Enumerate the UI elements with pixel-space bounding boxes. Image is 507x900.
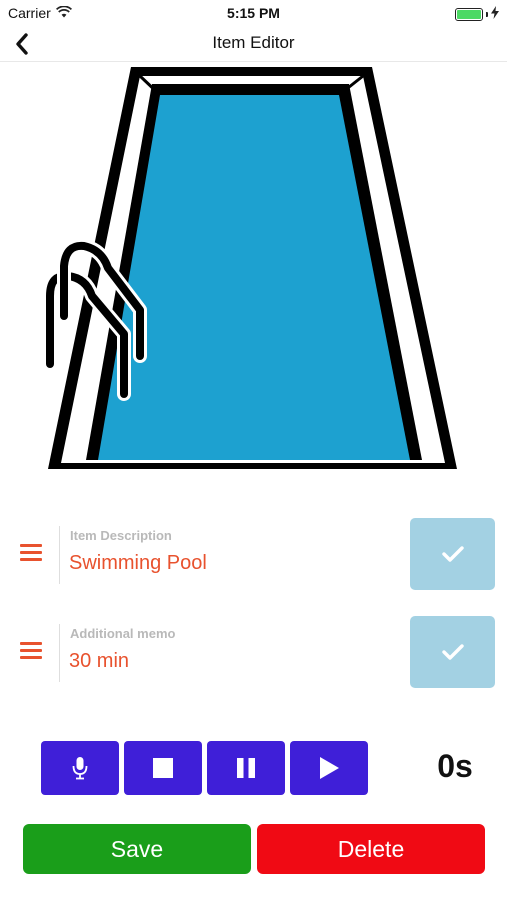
- hamburger-icon[interactable]: [20, 642, 42, 660]
- stop-icon: [153, 758, 173, 778]
- battery-nub: [486, 11, 488, 17]
- battery-icon: [455, 7, 483, 21]
- item-image[interactable]: [40, 64, 460, 474]
- additional-memo-field[interactable]: 30 min: [69, 650, 389, 673]
- additional-memo-label: Additional memo: [70, 626, 176, 641]
- delete-button[interactable]: Delete: [257, 824, 485, 874]
- nav-bar: Item Editor: [0, 26, 507, 62]
- status-time: 5:15 PM: [227, 5, 280, 21]
- recorder-controls: [41, 741, 368, 795]
- confirm-description-button[interactable]: [410, 518, 495, 590]
- field-divider: [59, 526, 60, 584]
- swimming-pool-illustration: [43, 67, 457, 469]
- elapsed-time: 0s: [437, 748, 473, 784]
- play-button[interactable]: [290, 741, 368, 795]
- pause-icon: [237, 758, 255, 778]
- item-description-field[interactable]: Swimming Pool: [69, 552, 389, 575]
- stop-button[interactable]: [124, 741, 202, 795]
- additional-memo-row: Additional memo 30 min: [0, 616, 507, 690]
- page-title: Item Editor: [212, 33, 295, 52]
- checkmark-icon: [441, 644, 464, 660]
- field-divider: [59, 624, 60, 682]
- microphone-icon: [72, 757, 88, 780]
- play-icon: [320, 757, 339, 779]
- item-description-row: Item Description Swimming Pool: [0, 518, 507, 592]
- hamburger-icon[interactable]: [20, 544, 42, 562]
- record-button[interactable]: [41, 741, 119, 795]
- battery-level: [457, 9, 481, 19]
- confirm-memo-button[interactable]: [410, 616, 495, 688]
- item-description-label: Item Description: [70, 528, 172, 543]
- save-button[interactable]: Save: [23, 824, 251, 874]
- charging-bolt-icon: [491, 6, 499, 22]
- pause-button[interactable]: [207, 741, 285, 795]
- checkmark-icon: [441, 546, 464, 562]
- status-bar: Carrier 5:15 PM: [0, 0, 507, 26]
- status-right: [455, 6, 499, 22]
